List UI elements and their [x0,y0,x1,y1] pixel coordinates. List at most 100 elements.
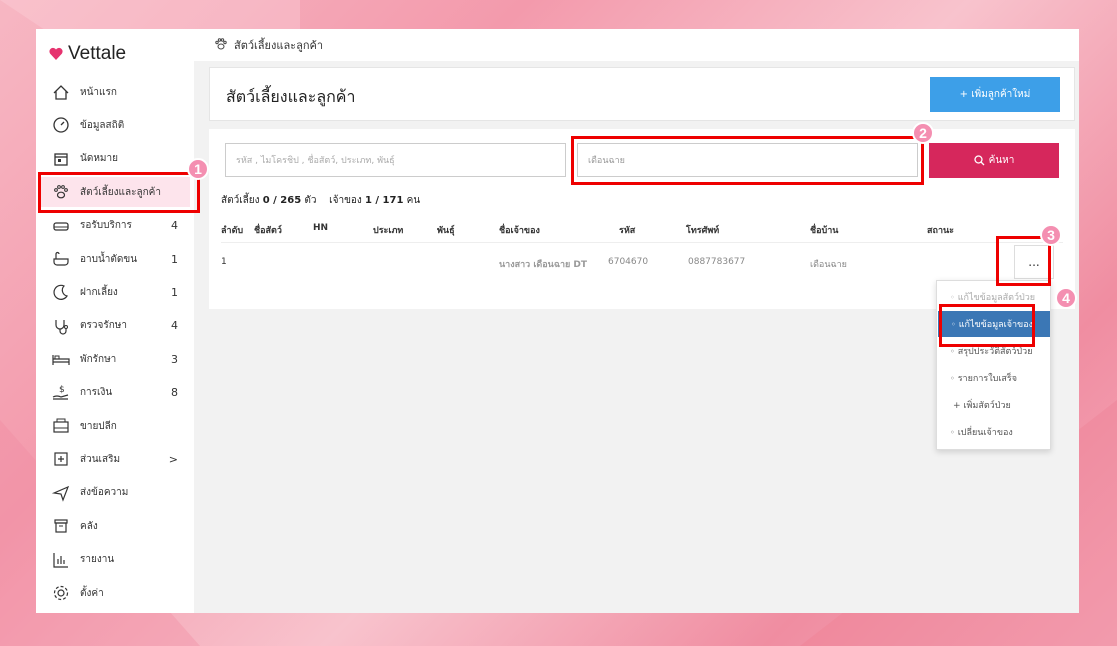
column-header[interactable]: ชื่อเจ้าของ [499,223,540,237]
add-customer-button[interactable]: + เพิ่มลูกค้าใหม่ [930,77,1060,112]
sidebar-item[interactable]: นัดหมาย [40,144,190,174]
owners-unit: คน [406,195,421,206]
app-name: Vettale [68,43,127,64]
menu-item[interactable]: ◦ รายการใบเสร็จ [937,365,1050,391]
gear-icon [50,582,72,604]
bar-chart-icon [50,549,72,571]
column-header[interactable]: โทรศัพท์ [686,223,719,237]
logo: Vettale [48,43,126,65]
column-header[interactable]: ประเภท [373,223,403,237]
sidebar-item-count: 3 [171,352,178,366]
archive-icon [50,515,72,537]
paw-icon [214,37,228,53]
breadcrumb: สัตว์เลี้ยงและลูกค้า [194,29,1079,61]
step-badge-2: 2 [912,122,934,144]
sidebar-item[interactable]: รอรับบริการ 4 [40,211,190,241]
sidebar-item-label: รอรับบริการ [80,220,132,232]
sidebar-item[interactable]: ตรวจรักษา 4 [40,311,190,341]
sidebar-item-count: 1 [171,285,178,299]
sidebar-item[interactable]: ส่งข้อความ [40,478,190,508]
sidebar-item-label: ตรวจรักษา [80,320,127,332]
column-header[interactable]: ลำดับ [221,223,243,237]
row-phone: 0887783677 [688,257,746,267]
row-owner: นางสาว เดือนฉาย DT [499,260,588,270]
sidebar: Vettale หน้าแรก ข้อมูลสถิติ นัดหมาย สัตว์เล… [36,29,194,613]
sidebar-item[interactable]: อาบน้ำตัดขน 1 [40,244,190,274]
sidebar-item[interactable]: ส่วนเสริม > [40,444,190,474]
menu-item[interactable]: + เพิ่มสัตว์ป่วย [937,392,1050,418]
sidebar-item[interactable]: ขายปลีก [40,411,190,441]
stethoscope-icon [50,315,72,337]
svg-text:$: $ [59,385,65,395]
search-input[interactable]: รหัส , ไมโครชิป , ชื่อสัตว์, ประเภท, พัน… [225,143,566,177]
column-header[interactable]: HN [313,223,328,233]
sidebar-item-label: ขายปลีก [80,420,117,432]
search-button-label: ค้นหา [988,155,1015,166]
sidebar-item[interactable]: $ การเงิน 8 [40,378,190,408]
highlight-box-2 [571,136,924,185]
sidebar-item[interactable]: คลัง [40,511,190,541]
row-number: 1 [221,257,227,267]
menu-item-label: รายการใบเสร็จ [957,374,1018,384]
pets-unit: ตัว [304,195,317,206]
row-house: เดือนฉาย [810,260,847,270]
sofa-icon [50,215,72,237]
sidebar-item[interactable]: ตั้งค่า [40,578,190,608]
step-badge-4: 4 [1055,287,1077,309]
app-window: Vettale หน้าแรก ข้อมูลสถิติ นัดหมาย สัตว์เล… [36,29,1079,613]
column-header[interactable]: สถานะ [927,223,954,237]
step-badge-3: 3 [1040,224,1062,246]
sidebar-item-label: ตั้งค่า [80,587,104,599]
sidebar-item-label: หน้าแรก [80,86,117,98]
menu-item-label: แก้ไขข้อมูลสัตว์ป่วย [957,293,1036,303]
sidebar-item-label: การเงิน [80,387,113,399]
column-header[interactable]: พันธุ์ [437,223,455,237]
history-icon: ◦ [950,346,955,356]
search-button[interactable]: ค้นหา [929,143,1059,178]
sidebar-item[interactable]: ข้อมูลสถิติ [40,110,190,140]
home-icon [50,81,72,103]
sidebar-item-count: 4 [171,219,178,233]
money-icon: $ [50,382,72,404]
pets-label: สัตว์เลี้ยง [221,195,260,206]
highlight-box-1 [38,172,200,213]
plus-box-icon [50,448,72,470]
page-header: สัตว์เลี้ยงและลูกค้า + เพิ่มลูกค้าใหม่ [209,67,1075,121]
column-header[interactable]: รหัส [619,223,635,237]
sidebar-item[interactable]: หน้าแรก [40,77,190,107]
owners-count: 1 / 171 [364,195,404,206]
column-header[interactable]: ชื่อบ้าน [810,223,838,237]
heart-logo-icon [49,47,63,60]
search-icon [973,155,985,166]
sidebar-item-label: รายงาน [80,554,115,566]
paw-icon: ◦ [950,292,955,302]
cash-register-icon [50,415,72,437]
menu-item-label: + เพิ่มสัตว์ป่วย [953,401,1011,411]
step-badge-1: 1 [187,158,209,180]
moon-icon [50,281,72,303]
sidebar-item-label: คลัง [80,520,98,532]
column-header[interactable]: ชื่อสัตว์ [254,223,282,237]
menu-item[interactable]: ◦ เปลี่ยนเจ้าของ [937,419,1050,445]
sidebar-item-count: > [168,452,178,466]
table-header: ลำดับ ชื่อสัตว์ HN ประเภท พันธุ์ ชื่อเจ้าของ ร… [221,223,1063,243]
dashboard-icon [50,114,72,136]
send-icon [50,482,72,504]
sidebar-item-label: อาบน้ำตัดขน [80,253,138,265]
sidebar-item-count: 8 [171,386,178,400]
sidebar-item-label: ส่วนเสริม [80,453,121,465]
sidebar-item-label: พักรักษา [80,353,117,365]
sidebar-item-label: นัดหมาย [80,153,118,165]
calendar-icon [50,148,72,170]
sidebar-item-count: 1 [171,252,178,266]
owners-label: เจ้าของ [329,195,362,206]
swap-icon: ◦ [950,427,955,437]
sidebar-item-label: ข้อมูลสถิติ [80,119,125,131]
table-row[interactable]: 1 นางสาว เดือนฉาย DT 6704670 0887783677 … [221,257,1063,277]
page-title: สัตว์เลี้ยงและลูกค้า [226,87,356,106]
menu-item-label: เปลี่ยนเจ้าของ [957,428,1013,438]
sidebar-item-label: ส่งข้อความ [80,487,129,499]
sidebar-item[interactable]: รายงาน [40,545,190,575]
sidebar-item[interactable]: ฝากเลี้ยง 1 [40,277,190,307]
sidebar-item[interactable]: พักรักษา 3 [40,344,190,374]
